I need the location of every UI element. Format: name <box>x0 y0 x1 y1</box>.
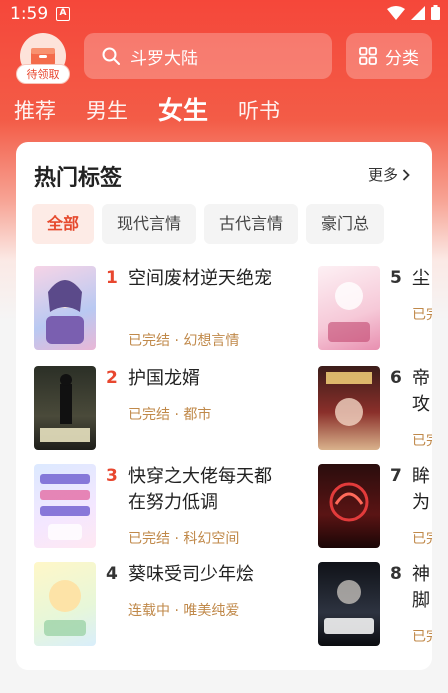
category-button[interactable]: 分类 <box>346 33 432 79</box>
grid-icon <box>359 47 377 65</box>
card-title: 热门标签 <box>34 166 123 191</box>
book-cover <box>34 464 96 548</box>
book-title: 神脚 <box>412 564 430 611</box>
gift-label: 待领取 <box>16 64 70 84</box>
status-bar: 1:59 A <box>0 0 448 28</box>
book-cover <box>318 562 380 646</box>
battery-icon <box>431 5 440 20</box>
book-cover <box>318 366 380 450</box>
rank-number: 1 <box>106 268 118 288</box>
book-meta: 已完 <box>412 307 432 323</box>
book-title: 帝攻 <box>412 368 430 415</box>
status-time: 1:59 <box>10 4 49 24</box>
chip-modern-romance[interactable]: 现代言情 <box>102 204 197 244</box>
search-icon <box>102 47 120 65</box>
hot-tags-card: 热门标签 更多 全部 现代言情 古代言情 豪门总 1 空间废材逆天绝宠 已完结 · 幻… <box>16 142 432 670</box>
more-link[interactable]: 更多 <box>368 164 410 185</box>
book-title: 空间废材逆天绝宠 <box>128 268 272 289</box>
book-meta: 已完 <box>412 433 432 449</box>
book-cover <box>34 366 96 450</box>
more-label: 更多 <box>367 166 398 184</box>
book-title: 护国龙婿 <box>128 368 200 389</box>
book-meta: 已完结 · 科幻空间 <box>128 531 240 547</box>
chip-wealthy-ceo[interactable]: 豪门总 <box>306 204 385 244</box>
book-meta: 已完结 · 幻想言情 <box>128 333 240 349</box>
rank-number: 3 <box>106 466 118 486</box>
tab-recommend[interactable]: 推荐 <box>14 96 56 126</box>
book-cover <box>318 464 380 548</box>
book-title: 眸为 <box>412 466 430 513</box>
book-item[interactable]: 8 神脚 已完 <box>318 562 432 650</box>
tag-chips: 全部 现代言情 古代言情 豪门总 <box>32 204 418 246</box>
search-input[interactable]: 斗罗大陆 <box>84 33 332 79</box>
book-item[interactable]: 5 尘 已完 <box>318 266 432 354</box>
chevron-right-icon <box>402 168 410 181</box>
notification-a-icon: A <box>56 7 70 21</box>
category-label: 分类 <box>385 48 419 69</box>
rank-number: 2 <box>106 368 118 388</box>
book-title: 尘 <box>412 268 430 289</box>
book-title: 快穿之大佬每天都在努力低调 <box>128 466 272 513</box>
book-item[interactable]: 6 帝攻 已完 <box>318 366 432 454</box>
book-meta: 已完结 · 都市 <box>128 407 212 423</box>
gift-button[interactable]: 待领取 <box>16 33 70 84</box>
book-cover <box>34 562 96 646</box>
chip-ancient-romance[interactable]: 古代言情 <box>204 204 299 244</box>
signal-icon <box>411 5 425 20</box>
rank-number: 6 <box>390 368 402 388</box>
search-placeholder: 斗罗大陆 <box>130 48 198 69</box>
book-cover <box>318 266 380 350</box>
book-item[interactable]: 1 空间废材逆天绝宠 已完结 · 幻想言情 <box>34 266 294 354</box>
rank-number: 7 <box>390 466 402 486</box>
book-item[interactable]: 2 护国龙婿 已完结 · 都市 <box>34 366 294 454</box>
tab-male[interactable]: 男生 <box>86 96 128 126</box>
book-item[interactable]: 4 葵味受司少年烩 连载中 · 唯美纯爱 <box>34 562 294 650</box>
book-meta: 连载中 · 唯美纯爱 <box>128 603 240 619</box>
book-title: 葵味受司少年烩 <box>128 564 254 585</box>
channel-tabs: 推荐 男生 女生 听书 <box>14 90 310 126</box>
book-item[interactable]: 3 快穿之大佬每天都在努力低调 已完结 · 科幻空间 <box>34 464 294 552</box>
tab-female[interactable]: 女生 <box>158 96 208 126</box>
status-icons <box>387 5 440 20</box>
rank-number: 5 <box>390 268 402 288</box>
wifi-icon <box>387 5 405 20</box>
book-item[interactable]: 7 眸为 已完 <box>318 464 432 552</box>
chip-all[interactable]: 全部 <box>32 204 95 244</box>
tab-audiobook[interactable]: 听书 <box>238 96 280 126</box>
rank-number: 8 <box>390 564 402 584</box>
book-meta: 已完 <box>412 531 432 547</box>
book-cover <box>34 266 96 350</box>
book-meta: 已完 <box>412 629 432 645</box>
rank-number: 4 <box>106 564 118 584</box>
